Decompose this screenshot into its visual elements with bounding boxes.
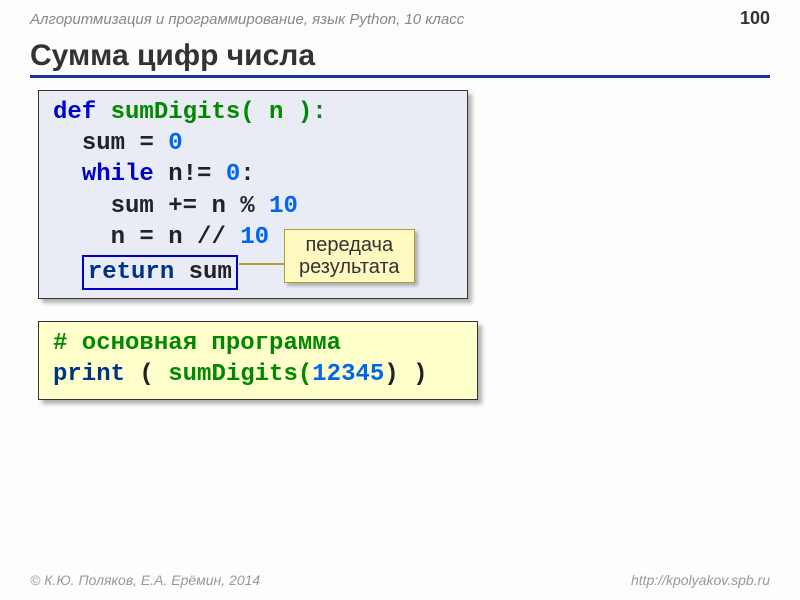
code-line: sum = 0 [53,128,453,159]
return-highlight: return sum [82,255,238,290]
callout-connector [239,263,287,265]
slide-header: Алгоритмизация и программирование, язык … [0,0,800,33]
slide-footer: © К.Ю. Поляков, Е.А. Ерёмин, 2014 http:/… [0,572,800,588]
callout-box: передача результата [284,229,415,283]
code-line: def sumDigits( n ): [53,97,453,128]
slide-title: Сумма цифр числа [30,39,770,78]
callout-text: результата [299,256,400,278]
code-block-function: def sumDigits( n ): sum = 0 while n!= 0:… [38,90,468,299]
code-line: print ( sumDigits(12345) ) [53,359,463,390]
footer-authors: © К.Ю. Поляков, Е.А. Ерёмин, 2014 [30,572,260,588]
footer-url: http://kpolyakov.spb.ru [631,572,770,588]
code-comment: # основная программа [53,328,463,359]
page-number: 100 [740,8,770,29]
code-block-main: # основная программа print ( sumDigits(1… [38,321,478,399]
callout-text: передача [299,234,400,256]
code-line: sum += n % 10 [53,191,453,222]
course-title: Алгоритмизация и программирование, язык … [30,11,464,28]
code-line: while n!= 0: [53,159,453,190]
